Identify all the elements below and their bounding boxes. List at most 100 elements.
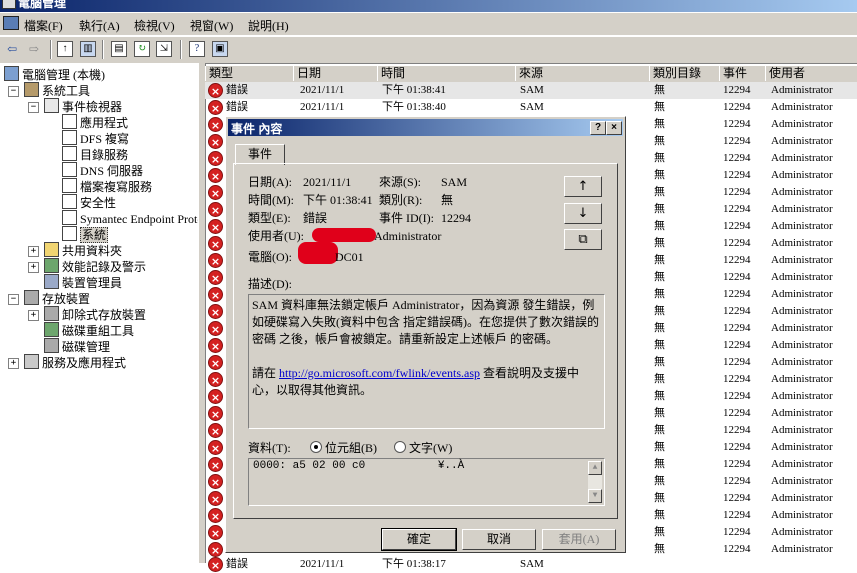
computer-icon	[4, 66, 19, 81]
log-icon	[62, 114, 77, 129]
close-button[interactable]: ×	[606, 121, 622, 135]
table-row-partial[interactable]: × 錯誤 2021/11/1 下午 01:38:17 SAM	[205, 556, 857, 573]
export-list-icon[interactable]: ⇲	[156, 41, 172, 57]
tree-node-performance-logs[interactable]: 效能記錄及警示	[44, 258, 146, 274]
column-event[interactable]: 事件	[719, 66, 766, 81]
data-scrollbar[interactable]: ▲ ▼	[588, 461, 602, 503]
expand-icon[interactable]: +	[28, 310, 39, 321]
user-value: Administrator	[374, 229, 442, 243]
scroll-down-icon[interactable]: ▼	[588, 489, 602, 503]
device-icon	[44, 274, 59, 289]
menu-window[interactable]: 視窗(W)	[190, 17, 233, 34]
log-icon	[62, 226, 77, 241]
tree-node-dns-server[interactable]: DNS 伺服器	[62, 162, 143, 178]
cancel-button[interactable]: 取消	[462, 529, 536, 550]
menu-help[interactable]: 說明(H)	[248, 17, 289, 34]
column-user[interactable]: 使用者	[765, 66, 857, 81]
window-title: 電腦管理	[18, 0, 67, 10]
tree-node-system-tools[interactable]: 系統工具	[24, 82, 90, 98]
column-category[interactable]: 類別目錄	[649, 66, 720, 81]
error-icon: ×	[208, 406, 223, 421]
column-source[interactable]: 來源	[515, 66, 650, 81]
description-box[interactable]: SAM 資料庫無法鎖定帳戶 Administrator，因為資源 發生錯誤，例如…	[248, 294, 605, 429]
up-folder-icon[interactable]: ↑	[57, 41, 73, 57]
help-link[interactable]: http://go.microsoft.com/fwlink/events.as…	[279, 366, 480, 380]
show-hide-tree-icon[interactable]: ▥	[80, 41, 96, 57]
app-icon[interactable]	[3, 16, 19, 30]
back-arrow-icon[interactable]: ⇦	[4, 41, 20, 57]
log-icon	[62, 146, 77, 161]
menu-file[interactable]: 檔案(F)	[24, 17, 63, 34]
data-box[interactable]: 0000: a5 02 00 c0 ¥..À ▲ ▼	[248, 458, 605, 506]
collapse-icon[interactable]: −	[8, 86, 19, 97]
refresh-icon[interactable]: ↻	[134, 41, 150, 57]
tree-node-file-replication[interactable]: 檔案複寫服務	[62, 178, 152, 194]
menu-view[interactable]: 檢視(V)	[134, 17, 175, 34]
console-icon[interactable]: ▣	[212, 41, 228, 57]
tree-node-services-applications[interactable]: 服務及應用程式	[24, 354, 126, 370]
expand-icon[interactable]: +	[28, 246, 39, 257]
ok-button[interactable]: 確定	[381, 528, 457, 551]
type-label: 類型(E):	[248, 211, 291, 225]
copy-button[interactable]: ⧉	[564, 229, 602, 250]
error-icon: ×	[208, 372, 223, 387]
tree-node-directory-service[interactable]: 目錄服務	[62, 146, 128, 162]
properties-icon[interactable]: ▤	[111, 41, 127, 57]
tree-node-system[interactable]: 系統	[62, 226, 109, 243]
tree-node-computer-management[interactable]: 電腦管理 (本機)	[4, 66, 105, 82]
tree-node-removable-storage[interactable]: 卸除式存放裝置	[44, 306, 146, 322]
help-icon[interactable]: ?	[189, 41, 205, 57]
error-icon: ×	[208, 423, 223, 438]
description-help-text: 請在 http://go.microsoft.com/fwlink/events…	[252, 366, 580, 397]
collapse-icon[interactable]: −	[28, 102, 39, 113]
time-label: 時間(M):	[248, 193, 294, 207]
description-label: 描述(D):	[248, 277, 292, 291]
log-icon	[62, 194, 77, 209]
tree-node-event-viewer[interactable]: 事件檢視器	[44, 98, 122, 114]
tree-node-storage[interactable]: 存放裝置	[24, 290, 90, 306]
redaction-mark	[298, 242, 338, 264]
error-icon: ×	[208, 134, 223, 149]
next-event-button[interactable]: ↓	[564, 203, 602, 224]
collapse-icon[interactable]: −	[8, 294, 19, 305]
table-row[interactable]: × 錯誤 2021/11/1 下午 01:38:40 SAM 無 12294 A…	[205, 99, 857, 116]
error-icon: ×	[208, 100, 223, 115]
time-value: 下午 01:38:41	[303, 193, 373, 207]
tree-node-shared-folders[interactable]: 共用資料夾	[44, 242, 122, 258]
scroll-up-icon[interactable]: ▲	[588, 461, 602, 475]
column-type[interactable]: 類型	[205, 66, 294, 81]
error-icon: ×	[208, 440, 223, 455]
error-icon: ×	[208, 508, 223, 523]
tree-node-defragmenter[interactable]: 磁碟重組工具	[44, 322, 134, 338]
tree-node-device-manager[interactable]: 裝置管理員	[44, 274, 122, 290]
error-icon: ×	[208, 389, 223, 404]
expand-icon[interactable]: +	[28, 262, 39, 273]
forward-arrow-icon[interactable]: ⇨	[26, 41, 42, 57]
radio-words[interactable]: 文字(W)	[394, 441, 452, 455]
error-icon: ×	[208, 355, 223, 370]
tree-node-disk-management[interactable]: 磁碟管理	[44, 338, 110, 354]
column-time[interactable]: 時間	[377, 66, 516, 81]
expand-icon[interactable]: +	[8, 358, 19, 369]
tree-node-application[interactable]: 應用程式	[62, 114, 128, 130]
tab-event[interactable]: 事件	[235, 144, 285, 165]
tree-node-dfs-replication[interactable]: DFS 複寫	[62, 130, 129, 146]
help-button[interactable]: ?	[590, 121, 606, 135]
category-label: 類別(R):	[379, 193, 423, 207]
radio-bytes[interactable]: 位元組(B)	[310, 441, 377, 455]
tree-node-symantec[interactable]: Symantec Endpoint Prote	[62, 210, 198, 226]
tree-node-security[interactable]: 安全性	[62, 194, 116, 210]
error-icon: ×	[208, 457, 223, 472]
error-icon: ×	[208, 287, 223, 302]
previous-event-button[interactable]: ↑	[564, 176, 602, 197]
table-row[interactable]: × 錯誤 2021/11/1 下午 01:38:41 SAM 無 12294 A…	[205, 82, 857, 99]
error-icon: ×	[208, 474, 223, 489]
data-label: 資料(T):	[248, 441, 291, 455]
error-icon: ×	[208, 304, 223, 319]
column-date[interactable]: 日期	[293, 66, 378, 81]
apply-button[interactable]: 套用(A)	[542, 529, 616, 550]
error-icon: ×	[208, 253, 223, 268]
log-icon	[62, 162, 77, 177]
computer-management-icon	[2, 0, 16, 9]
menu-action[interactable]: 執行(A)	[79, 17, 120, 34]
